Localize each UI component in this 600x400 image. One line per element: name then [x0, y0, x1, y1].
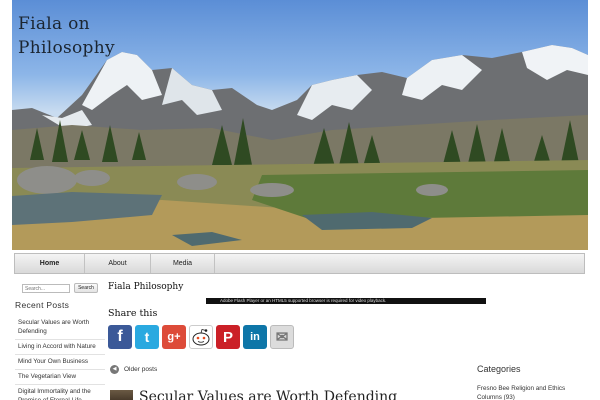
- recent-posts-list: Secular Values are Worth Defending Livin…: [15, 316, 105, 400]
- arrow-left-icon: ◀: [110, 365, 119, 374]
- google-plus-icon: g+: [167, 331, 181, 343]
- share-heading: Share this: [108, 308, 158, 319]
- main-navigation: Home About Media: [14, 253, 585, 274]
- recent-post-link[interactable]: The Vegetarian View: [15, 370, 105, 385]
- categories-heading: Categories: [477, 364, 521, 374]
- post-title[interactable]: Secular Values are Worth Defending: [139, 389, 397, 400]
- email-share-button[interactable]: ✉: [270, 325, 294, 349]
- nav-item-about[interactable]: About: [85, 254, 151, 273]
- twitter-share-button[interactable]: t: [135, 325, 159, 349]
- pinterest-icon: P: [222, 328, 233, 346]
- nav-item-media[interactable]: Media: [151, 254, 215, 273]
- recent-post-link[interactable]: Secular Values are Worth Defending: [15, 316, 105, 340]
- nav-item-home[interactable]: Home: [15, 254, 85, 273]
- recent-posts-heading: Recent Posts: [15, 300, 70, 310]
- facebook-share-button[interactable]: f: [108, 325, 132, 349]
- site-title[interactable]: Fiala on Philosophy: [18, 12, 115, 60]
- email-icon: ✉: [275, 329, 289, 346]
- recent-post-link[interactable]: Digital Immortality and the Promise of E…: [15, 385, 105, 400]
- reddit-icon: [192, 329, 210, 346]
- recent-post-link[interactable]: Mind Your Own Business: [15, 355, 105, 370]
- older-posts-link[interactable]: ◀ Older posts: [110, 365, 157, 374]
- search-input[interactable]: [22, 284, 70, 293]
- video-player-notice: Adobe Flash Player or an HTML5 supported…: [206, 298, 486, 304]
- category-link[interactable]: Fresno Bee Religion and Ethics Columns (…: [477, 384, 577, 400]
- older-posts-label: Older posts: [124, 366, 158, 373]
- facebook-icon: f: [117, 328, 123, 345]
- recent-post-link[interactable]: Living in Accord with Nature: [15, 340, 105, 355]
- google-plus-share-button[interactable]: g+: [162, 325, 186, 349]
- twitter-icon: t: [144, 329, 150, 345]
- search-button[interactable]: Search: [74, 283, 98, 293]
- share-buttons: f t g+ P in ✉: [108, 325, 294, 349]
- post-thumbnail[interactable]: [110, 390, 133, 400]
- reddit-share-button[interactable]: [189, 325, 213, 349]
- pinterest-share-button[interactable]: P: [216, 325, 240, 349]
- linkedin-icon: in: [250, 331, 260, 343]
- linkedin-share-button[interactable]: in: [243, 325, 267, 349]
- page-title: Fiala Philosophy: [108, 282, 184, 292]
- header-banner: Fiala on Philosophy: [12, 0, 588, 250]
